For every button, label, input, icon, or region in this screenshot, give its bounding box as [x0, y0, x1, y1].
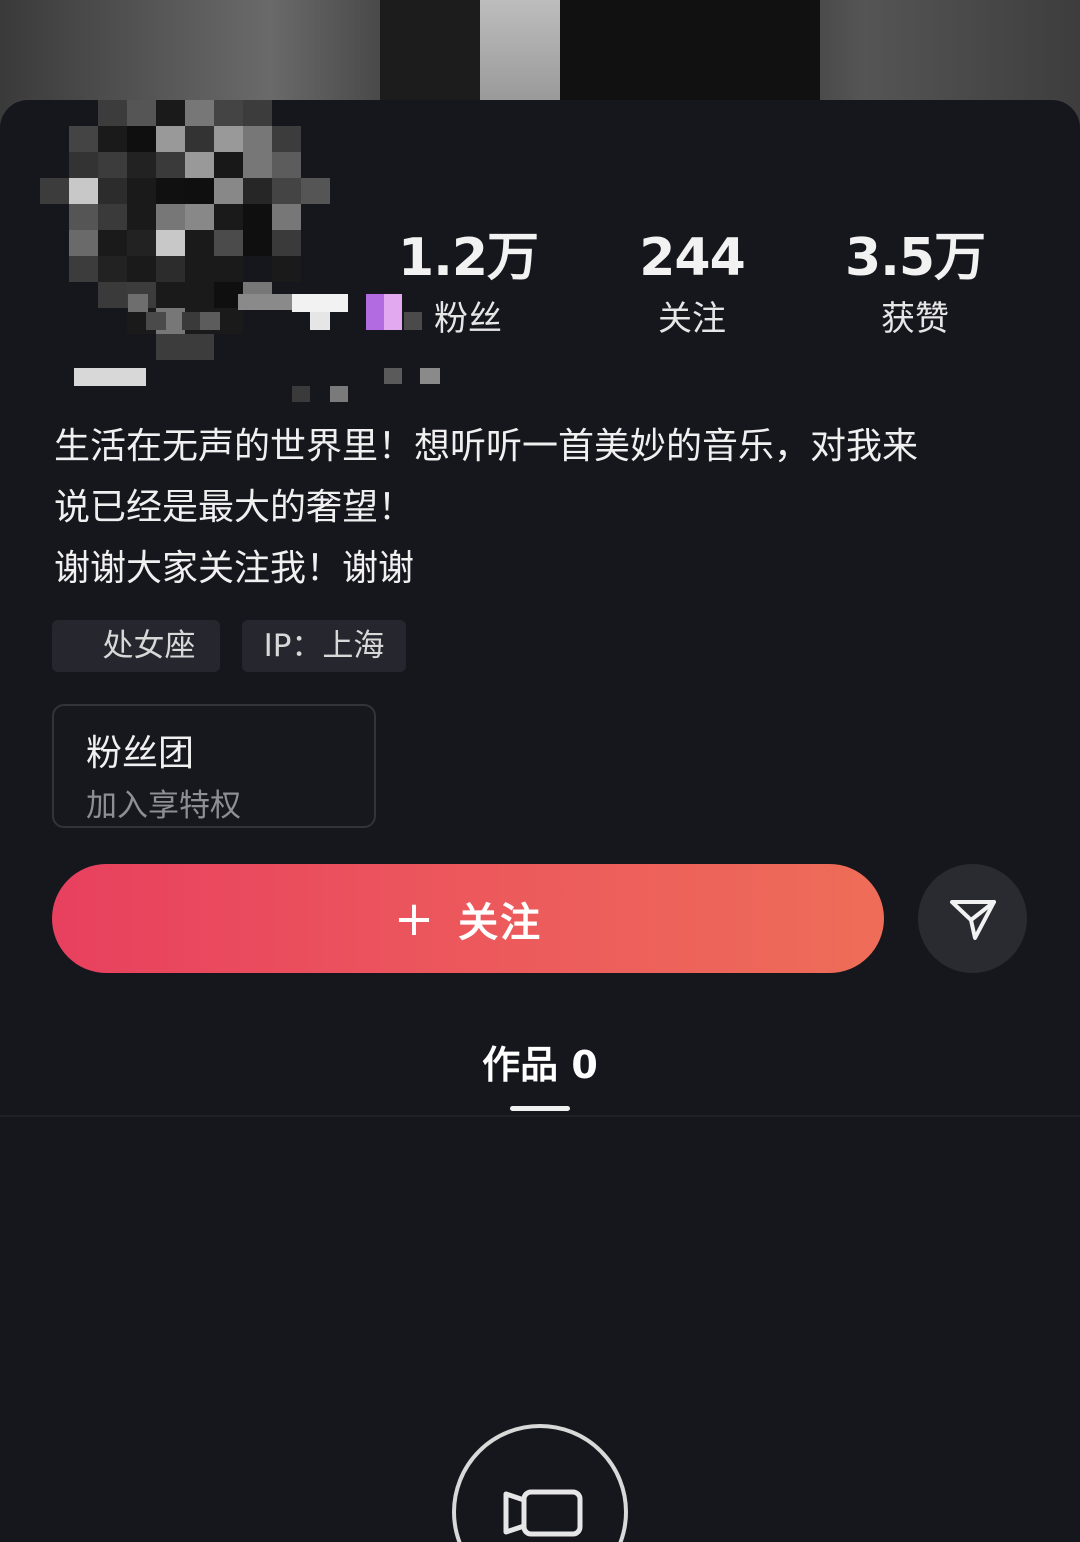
ip-location-label: IP：上海 — [263, 628, 385, 664]
following-count: 244 — [639, 228, 746, 288]
profile-page: 1.2万 粉丝 244 关注 3.5万 获赞 生活在无声的世界里！想听听一首美妙… — [0, 0, 1080, 1542]
stat-following[interactable]: 244 关注 — [592, 228, 792, 344]
tab-works[interactable]: 作品 0 — [440, 1034, 640, 1089]
fan-club-subtitle: 加入享特权 — [86, 788, 241, 824]
share-button[interactable] — [918, 864, 1027, 973]
stat-likes[interactable]: 3.5万 获赞 — [815, 228, 1015, 344]
stats-bar: 1.2万 粉丝 244 关注 3.5万 获赞 — [360, 228, 1060, 358]
ip-location-tag: IP：上海 — [242, 620, 406, 672]
tab-active-indicator — [510, 1106, 570, 1111]
following-label: 关注 — [658, 299, 726, 339]
follow-button[interactable]: + 关注 — [52, 864, 884, 973]
video-camera-icon — [503, 1489, 583, 1537]
plus-icon: + — [393, 890, 437, 947]
fans-count: 1.2万 — [397, 228, 539, 288]
bio-line-2: 说已经是最大的奢望！ — [54, 487, 415, 528]
zodiac-tag-label: 处女座 — [102, 628, 196, 664]
bio-text: 生活在无声的世界里！想听听一首美妙的音乐，对我来 说已经是最大的奢望！ 谢谢大家… — [54, 416, 1034, 599]
paper-plane-icon — [949, 899, 996, 940]
likes-label: 获赞 — [881, 299, 949, 339]
follow-button-label: 关注 — [458, 899, 543, 946]
bio-line-3: 谢谢大家关注我！谢谢 — [54, 548, 415, 589]
zodiac-tag: 处女座 — [52, 620, 220, 672]
fan-club-card[interactable]: 粉丝团 加入享特权 — [52, 704, 376, 828]
fan-club-title: 粉丝团 — [86, 733, 195, 774]
likes-count: 3.5万 — [844, 228, 986, 288]
bio-line-1: 生活在无声的世界里！想听听一首美妙的音乐，对我来 — [54, 426, 919, 467]
